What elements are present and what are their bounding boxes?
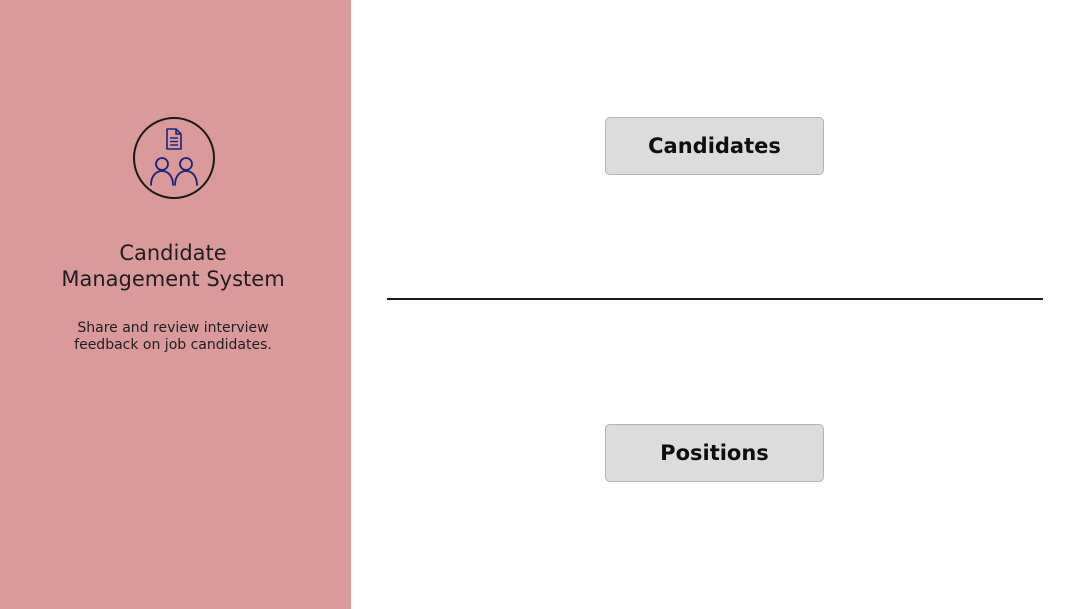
logo-badge [133, 117, 215, 199]
candidates-button[interactable]: Candidates [605, 117, 824, 175]
app-title: Candidate Management System [61, 241, 285, 291]
sidebar-panel: Candidate Management System Share and re… [0, 0, 351, 609]
section-divider [387, 298, 1043, 300]
app-root: Candidate Management System Share and re… [0, 0, 1088, 609]
app-subtitle: Share and review interview feedback on j… [74, 320, 272, 353]
document-people-icon [150, 128, 198, 186]
positions-button[interactable]: Positions [605, 424, 824, 482]
